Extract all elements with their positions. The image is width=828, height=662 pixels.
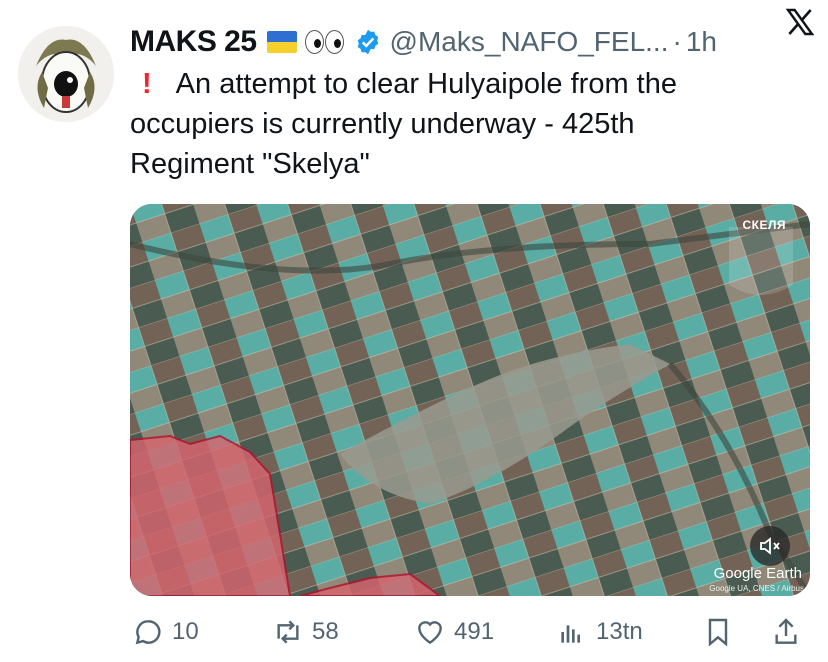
tweet-text-line: An attempt to clear Hulyaipole from the: [175, 68, 677, 100]
map-credit: Google UA, CNES / Airbus: [709, 584, 804, 593]
repost-icon: [277, 620, 299, 644]
action-bar: 10 58 491 13tn: [130, 612, 810, 652]
reply-count: 10: [172, 618, 199, 645]
reply-icon: [135, 620, 161, 645]
x-logo-icon[interactable]: [784, 6, 816, 38]
repost-count: 58: [312, 618, 339, 645]
share-button[interactable]: [770, 612, 802, 652]
author-name[interactable]: MAKS 25: [130, 25, 257, 59]
tweet-text-line: occupiers is currently underway - 425th: [130, 108, 635, 140]
views-chart-icon: [561, 625, 580, 643]
repost-button[interactable]: 58: [272, 612, 339, 652]
timestamp[interactable]: 1h: [686, 26, 717, 58]
share-icon: [775, 618, 797, 644]
tweet-header: MAKS 25 @Maks_NAFO_FEL... · 1h: [130, 22, 820, 62]
like-button[interactable]: 491: [414, 612, 494, 652]
avatar[interactable]: [18, 26, 114, 122]
regiment-badge-label: СКЕЛЯ: [742, 218, 786, 232]
separator-dot: ·: [672, 26, 682, 57]
tweet-text: ! An attempt to clear Hulyaipole from the…: [130, 64, 790, 184]
exclamation-icon: !: [142, 68, 152, 100]
video-player[interactable]: СКЕЛЯ Google Earth Google UA, CNES / Air…: [130, 204, 810, 596]
views-count: 13tn: [596, 618, 643, 645]
author-handle[interactable]: @Maks_NAFO_FEL...: [390, 26, 669, 58]
bookmark-icon: [708, 618, 728, 647]
tweet-text-line: Regiment "Skelya": [130, 148, 370, 180]
ukraine-flag-icon: [266, 31, 297, 53]
eyes-emoji-icon: [304, 30, 344, 54]
bookmark-button[interactable]: [702, 612, 734, 652]
views-button[interactable]: 13tn: [556, 612, 643, 652]
map-provider-label: Google Earth: [713, 565, 802, 582]
reply-button[interactable]: 10: [132, 612, 199, 652]
speaker-muted-icon[interactable]: [750, 526, 790, 566]
verified-badge-icon: [357, 29, 378, 55]
like-count: 491: [454, 618, 495, 645]
avatar-image: [18, 26, 114, 122]
satellite-map-image: [130, 204, 810, 596]
heart-icon: [418, 621, 442, 645]
